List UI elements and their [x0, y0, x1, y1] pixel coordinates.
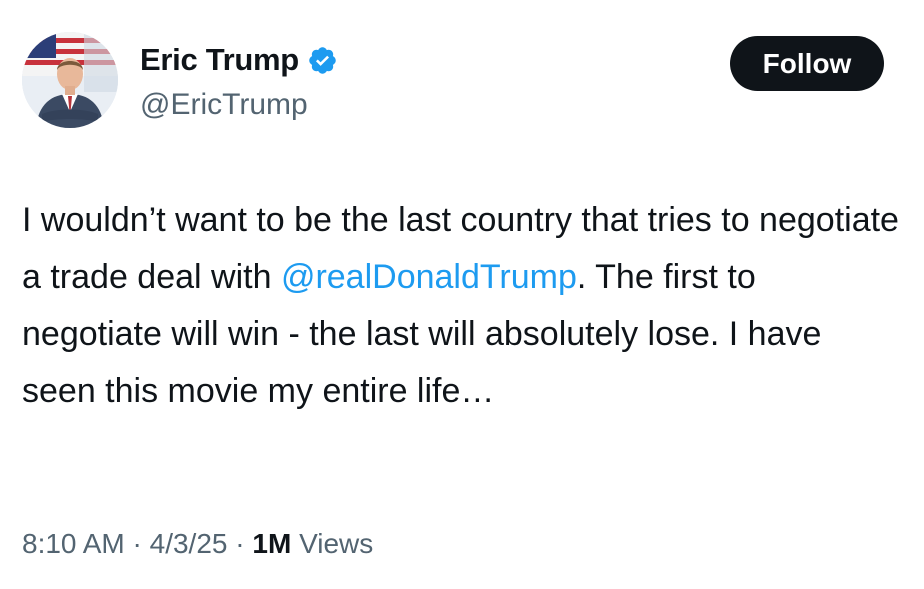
tweet-meta: 8:10 AM · 4/3/25 · 1M Views: [22, 528, 373, 560]
verified-badge-icon: [307, 45, 338, 76]
author-handle[interactable]: @EricTrump: [140, 88, 308, 122]
avatar-image: [22, 32, 118, 128]
meta-separator: ·: [132, 528, 142, 559]
tweet-card: Eric Trump @EricTrump Follow I wouldn’t …: [0, 0, 924, 589]
meta-separator: ·: [235, 528, 245, 559]
avatar[interactable]: [22, 32, 118, 128]
tweet-text: I wouldn’t want to be the last country t…: [22, 192, 902, 420]
views-count[interactable]: 1M: [252, 528, 291, 559]
views-label: Views: [299, 528, 374, 559]
author-display-name[interactable]: Eric Trump: [140, 42, 299, 78]
tweet-time[interactable]: 8:10 AM: [22, 528, 125, 559]
follow-button[interactable]: Follow: [730, 36, 884, 91]
author-name-row: Eric Trump: [140, 42, 338, 78]
tweet-date[interactable]: 4/3/25: [150, 528, 228, 559]
mention-link[interactable]: @realDonaldTrump: [281, 258, 577, 296]
